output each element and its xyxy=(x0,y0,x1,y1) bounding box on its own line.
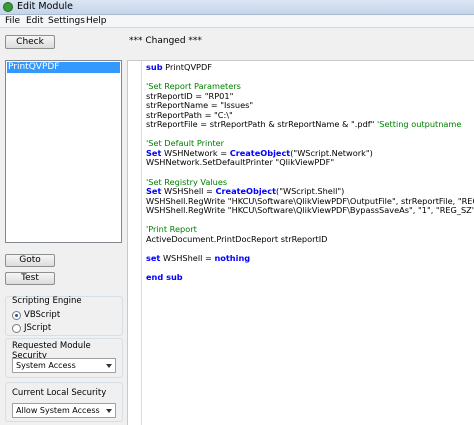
menu-settings[interactable]: Settings xyxy=(48,15,85,28)
code-text: ActiveDocument.PrintDocReport strReportI… xyxy=(146,233,328,244)
code-text: strReportID = "RP01" xyxy=(146,90,234,101)
current-security-label: Current Local Security xyxy=(12,388,107,398)
current-security-group: Current Local Security Allow System Acce… xyxy=(5,382,123,422)
check-button[interactable]: Check xyxy=(5,35,55,49)
goto-button[interactable]: Goto xyxy=(5,254,55,267)
code-line[interactable] xyxy=(146,263,474,273)
code-keyword: CreateObject xyxy=(215,186,277,197)
code-text: strReportName = "Issues" xyxy=(146,100,254,111)
code-text: PrintQVPDF xyxy=(162,62,213,72)
jscript-radio[interactable] xyxy=(12,324,21,333)
code-text: ("WScript.Shell") xyxy=(276,186,345,197)
module-list[interactable]: PrintQVPDF xyxy=(5,60,122,243)
code-keyword: Set xyxy=(146,147,162,158)
code-line[interactable]: sub PrintQVPDF xyxy=(146,62,474,73)
scripting-engine-group: Scripting Engine VBScript JScript xyxy=(5,296,123,336)
menu-edit[interactable]: Edit xyxy=(26,15,43,28)
test-button[interactable]: Test xyxy=(5,272,55,285)
chevron-down-icon xyxy=(106,409,112,413)
code-keyword: Set xyxy=(146,186,162,197)
code-keyword: end sub xyxy=(146,272,183,283)
code-line[interactable]: ActiveDocument.PrintDocReport strReportI… xyxy=(146,233,474,245)
requested-security-select[interactable]: System Access xyxy=(12,358,116,373)
current-security-value: Allow System Access xyxy=(16,406,100,415)
window-title: Edit Module xyxy=(17,1,73,12)
chevron-down-icon xyxy=(106,364,112,368)
requested-security-group: Requested Module Security System Access xyxy=(5,338,123,378)
jscript-label: JScript xyxy=(24,323,52,333)
code-text: WSHShell = xyxy=(160,252,215,263)
current-security-select[interactable]: Allow System Access xyxy=(12,403,116,418)
code-line[interactable]: WSHNetwork.SetDefaultPrinter "QlikViewPD… xyxy=(146,158,474,168)
status-text: *** Changed *** xyxy=(129,36,202,46)
code-text: ("WScript.Network") xyxy=(290,147,373,158)
menu-file[interactable]: File xyxy=(5,15,20,28)
code-comment: 'Set Report Parameters xyxy=(146,81,241,92)
code-text: WSHShell = xyxy=(161,186,216,197)
code-line[interactable]: end sub xyxy=(146,272,474,283)
code-line[interactable]: set WSHShell = nothing xyxy=(146,252,474,264)
code-line[interactable]: strReportFile = strReportPath & strRepor… xyxy=(146,120,474,130)
menu-help[interactable]: Help xyxy=(86,15,107,28)
code-text: strReportPath = "C:\" xyxy=(146,109,233,120)
qlikview-app-icon xyxy=(3,2,13,12)
requested-security-value: System Access xyxy=(16,361,76,370)
code-comment: 'Set Registry Values xyxy=(146,176,228,187)
code-line[interactable]: WSHShell.RegWrite "HKCU\Software\QlikVie… xyxy=(146,205,474,216)
code-text: WSHNetwork = xyxy=(161,147,230,158)
scripting-engine-label: Scripting Engine xyxy=(12,296,82,306)
line-gutter xyxy=(128,61,142,425)
code-keyword: CreateObject xyxy=(229,147,291,158)
vbscript-label: VBScript xyxy=(24,310,61,320)
list-item[interactable]: PrintQVPDF xyxy=(7,62,120,73)
code-keyword: sub xyxy=(146,62,163,72)
code-comment: 'Setting outputname xyxy=(377,119,462,130)
code-keyword: set xyxy=(146,252,161,263)
script-code[interactable]: sub PrintQVPDF 'Set Report Parameters str… xyxy=(146,62,474,283)
code-text: WSHShell.RegWrite "HKCU\Software\QlikVie… xyxy=(146,205,474,216)
code-keyword: nothing xyxy=(214,252,251,263)
code-text: WSHNetwork.SetDefaultPrinter "QlikViewPD… xyxy=(146,157,335,168)
vbscript-radio[interactable] xyxy=(12,311,21,320)
code-text: WSHShell.RegWrite "HKCU\Software\QlikVie… xyxy=(146,195,474,206)
menu-bar: File Edit Settings Help xyxy=(0,15,474,28)
code-comment: 'Print Report xyxy=(146,224,197,235)
code-comment: 'Set Default Printer xyxy=(146,138,225,149)
code-text: strReportFile = strReportPath & strRepor… xyxy=(146,119,378,130)
code-editor[interactable]: sub PrintQVPDF 'Set Report Parameters str… xyxy=(127,60,474,425)
title-bar: Edit Module xyxy=(0,0,474,15)
